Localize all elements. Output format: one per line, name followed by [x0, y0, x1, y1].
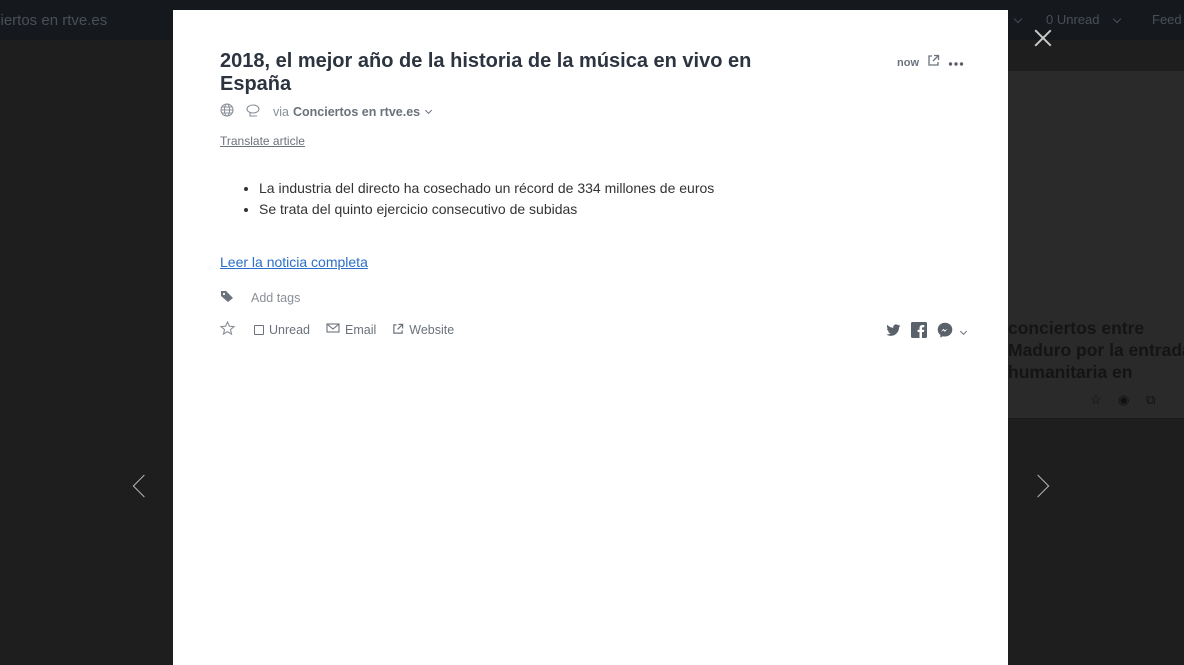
background-feed-menu: Feed — [1152, 12, 1182, 27]
close-icon[interactable] — [1032, 27, 1054, 49]
unread-label: Unread — [269, 323, 310, 337]
more-icon[interactable] — [948, 54, 964, 72]
website-label: Website — [409, 323, 455, 337]
background-card-actions: ☆ ◉ ⧉ — [1090, 393, 1160, 407]
star-button[interactable] — [219, 320, 236, 339]
article-meta: now — [897, 54, 964, 72]
previous-article-button[interactable] — [128, 472, 156, 500]
external-link-icon[interactable] — [927, 54, 940, 72]
article-summary-list: La industria del directo ha cosechado un… — [259, 178, 714, 220]
chevron-left-icon — [132, 474, 156, 498]
messenger-icon[interactable] — [937, 322, 953, 343]
feed-icon — [246, 103, 262, 120]
read-full-article-link[interactable]: Leer la noticia completa — [220, 254, 368, 270]
list-item: Se trata del quinto ejercicio consecutiv… — [259, 199, 714, 220]
chevron-down-icon — [1013, 14, 1023, 24]
background-unread-count: 0 Unread — [1046, 12, 1100, 27]
add-tags-button[interactable]: Add tags — [220, 290, 300, 306]
article-source: via Conciertos en rtve.es — [220, 103, 433, 120]
background-card-title: conciertos entre Maduro por la entrada h… — [1008, 318, 1184, 382]
article-modal: 2018, el mejor año de la historia de la … — [173, 10, 1008, 665]
star-icon — [219, 320, 236, 339]
chevron-down-icon[interactable] — [959, 327, 968, 335]
article-title[interactable]: 2018, el mejor año de la historia de la … — [220, 50, 780, 96]
facebook-icon[interactable] — [911, 322, 927, 343]
star-icon: ☆ — [1090, 392, 1102, 407]
external-link-icon: ⧉ — [1146, 392, 1156, 407]
via-label: via — [273, 104, 289, 119]
list-item: La industria del directo ha cosechado un… — [259, 178, 714, 199]
twitter-icon[interactable] — [886, 323, 901, 342]
email-label: Email — [345, 323, 377, 337]
tag-icon — [220, 290, 235, 306]
article-actions: Unread Email Website — [219, 320, 470, 339]
background-feed-name: ciertos en rtve.es — [0, 12, 108, 29]
translate-article-link[interactable]: Translate article — [220, 134, 305, 148]
read-dot-icon: ◉ — [1118, 392, 1130, 407]
share-actions — [886, 322, 968, 343]
mark-unread-button[interactable]: Unread — [254, 323, 310, 337]
divider — [1000, 418, 1184, 419]
email-icon — [326, 323, 340, 337]
external-link-icon — [392, 323, 404, 338]
website-button[interactable]: Website — [392, 323, 454, 338]
add-tags-label: Add tags — [251, 291, 301, 305]
next-article-button[interactable] — [1026, 472, 1056, 500]
globe-icon — [220, 103, 234, 120]
chevron-down-icon — [1112, 14, 1122, 24]
background-article-card: conciertos entre Maduro por la entrada h… — [1000, 71, 1184, 419]
source-link[interactable]: Conciertos en rtve.es — [293, 105, 420, 119]
chevron-down-icon[interactable] — [425, 106, 433, 114]
email-button[interactable]: Email — [326, 323, 376, 337]
article-time: now — [897, 57, 919, 69]
chevron-right-icon — [1026, 474, 1050, 498]
checkbox-icon — [254, 325, 264, 335]
